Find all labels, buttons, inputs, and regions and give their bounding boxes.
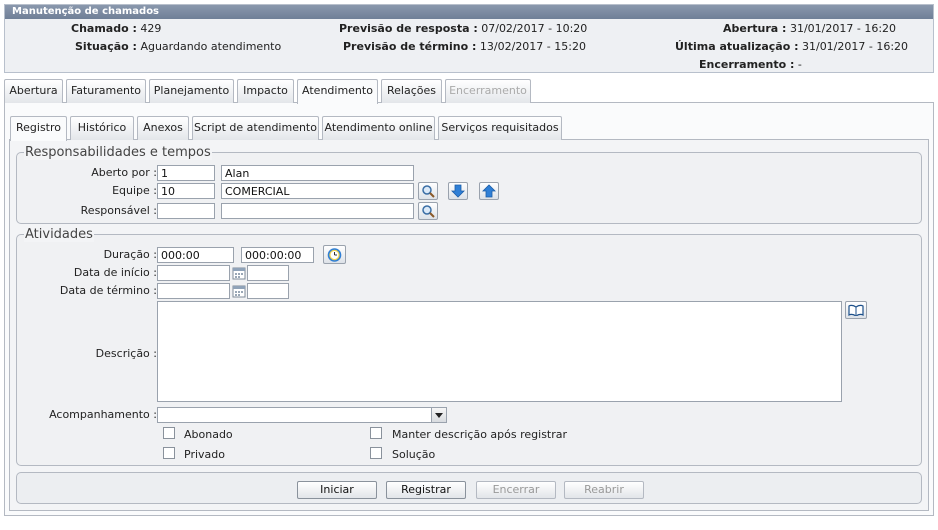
prev-termino-info: Previsão de término : 13/02/2017 - 15:20 <box>343 40 586 53</box>
action-bar: Iniciar Registrar Encerrar Reabrir <box>16 472 922 504</box>
prev-resposta-info: Previsão de resposta : 07/02/2017 - 10:2… <box>339 22 587 35</box>
abertura-value: 31/01/2017 - 16:20 <box>789 22 897 35</box>
responsavel-label: Responsável : <box>80 204 157 217</box>
texto-padrao-button[interactable] <box>845 301 867 319</box>
encerramento-label: Encerramento : <box>699 58 795 71</box>
acompanhamento-select[interactable] <box>157 407 447 423</box>
duracao-full-input[interactable] <box>241 247 314 263</box>
ultima-label: Última atualização : <box>675 40 799 53</box>
encerramento-value: - <box>797 58 802 71</box>
atividades-group: Atividades Duração : Data de início : Da… <box>16 227 922 466</box>
chamado-info: Chamado : 429 <box>71 22 161 35</box>
manter-descricao-label: Manter descrição após registrar <box>392 428 568 441</box>
situacao-value: Aguardando atendimento <box>140 40 282 53</box>
situacao-label: Situação : <box>75 40 137 53</box>
encerramento-info: Encerramento : - <box>699 58 802 71</box>
chamado-label: Chamado : <box>71 22 137 35</box>
descricao-label: Descrição : <box>95 347 157 360</box>
privado-checkbox[interactable] <box>163 447 175 459</box>
ticket-header-panel: Manutenção de chamados Chamado : 429 Sit… <box>4 4 934 73</box>
responsabilidades-group: Responsabilidades e tempos Aberto por : … <box>16 145 922 224</box>
manter-descricao-checkbox[interactable] <box>370 427 382 439</box>
clock-icon <box>327 248 342 262</box>
data-termino-label: Data de término : <box>59 284 157 297</box>
duracao-input[interactable] <box>157 247 234 263</box>
solucao-checkbox[interactable] <box>370 447 382 459</box>
abonado-label: Abonado <box>184 428 233 441</box>
prev-termino-label: Previsão de término : <box>343 40 477 53</box>
tab-anexos[interactable]: Anexos <box>137 116 189 140</box>
data-inicio-label: Data de início : <box>73 266 157 279</box>
prev-resposta-value: 07/02/2017 - 10:20 <box>481 22 588 35</box>
atividades-legend: Atividades <box>24 227 94 242</box>
tab-impacto[interactable]: Impacto <box>237 79 294 103</box>
tab-relacoes[interactable]: Relações <box>381 79 442 103</box>
solucao-label: Solução <box>392 448 436 461</box>
tab-servicos-requisitados[interactable]: Serviços requisitados <box>438 116 562 140</box>
equipe-label: Equipe : <box>112 184 157 197</box>
arrow-up-icon <box>482 184 496 198</box>
duracao-label: Duração : <box>103 248 157 261</box>
acompanhamento-label: Acompanhamento : <box>49 408 157 421</box>
tab-encerramento: Encerramento <box>445 79 531 103</box>
responsavel-code-input[interactable] <box>157 203 215 219</box>
magnifier-icon <box>422 205 435 218</box>
ultima-value: 31/01/2017 - 16:20 <box>801 40 909 53</box>
iniciar-button[interactable]: Iniciar <box>297 481 377 499</box>
abertura-label: Abertura : <box>723 22 787 35</box>
book-icon <box>848 304 864 316</box>
calendar-icon[interactable] <box>232 266 246 280</box>
prev-termino-value: 13/02/2017 - 15:20 <box>479 40 586 53</box>
calendar-icon[interactable] <box>232 284 246 298</box>
hora-termino-input[interactable] <box>247 283 289 299</box>
equipe-name-input[interactable] <box>221 183 414 199</box>
data-termino-input[interactable] <box>157 283 230 299</box>
reabrir-button: Reabrir <box>564 481 644 499</box>
tab-registro[interactable]: Registro <box>10 116 67 141</box>
tab-faturamento[interactable]: Faturamento <box>66 79 146 103</box>
aberto-por-label: Aberto por : <box>91 166 157 179</box>
data-inicio-input[interactable] <box>157 265 230 281</box>
equipe-code-input[interactable] <box>157 183 215 199</box>
tab-abertura[interactable]: Abertura <box>4 79 63 103</box>
tab-script-atendimento[interactable]: Script de atendimento <box>192 116 319 140</box>
hora-inicio-input[interactable] <box>247 265 289 281</box>
magnifier-icon <box>422 185 435 198</box>
cronometro-button[interactable] <box>323 245 346 264</box>
descricao-textarea[interactable] <box>157 301 842 402</box>
registro-panel: Responsabilidades e tempos Aberto por : … <box>9 139 929 511</box>
responsavel-search-button[interactable] <box>418 202 438 220</box>
chamado-value: 429 <box>140 22 162 35</box>
ultima-atualizacao-info: Última atualização : 31/01/2017 - 16:20 <box>675 40 908 53</box>
responsabilidades-legend: Responsabilidades e tempos <box>24 145 212 160</box>
equipe-search-button[interactable] <box>418 182 438 200</box>
window-title: Manutenção de chamados <box>5 5 933 19</box>
tab-historico[interactable]: Histórico <box>70 116 134 140</box>
registrar-button[interactable]: Registrar <box>386 481 466 499</box>
aberto-por-name-input[interactable] <box>221 165 414 181</box>
privado-label: Privado <box>184 448 225 461</box>
chevron-down-icon[interactable] <box>431 408 446 422</box>
tab-atendimento[interactable]: Atendimento <box>297 79 378 104</box>
abertura-info: Abertura : 31/01/2017 - 16:20 <box>723 22 896 35</box>
move-down-button[interactable] <box>448 182 468 200</box>
prev-resposta-label: Previsão de resposta : <box>339 22 478 35</box>
tab-planejamento[interactable]: Planejamento <box>149 79 234 103</box>
move-up-button[interactable] <box>479 182 499 200</box>
tab-atendimento-online[interactable]: Atendimento online <box>322 116 435 140</box>
situacao-info: Situação : Aguardando atendimento <box>75 40 281 53</box>
abonado-checkbox[interactable] <box>163 427 175 439</box>
arrow-down-icon <box>451 184 465 198</box>
aberto-por-code-input[interactable] <box>157 165 215 181</box>
responsavel-name-input[interactable] <box>221 203 414 219</box>
encerrar-button: Encerrar <box>476 481 556 499</box>
